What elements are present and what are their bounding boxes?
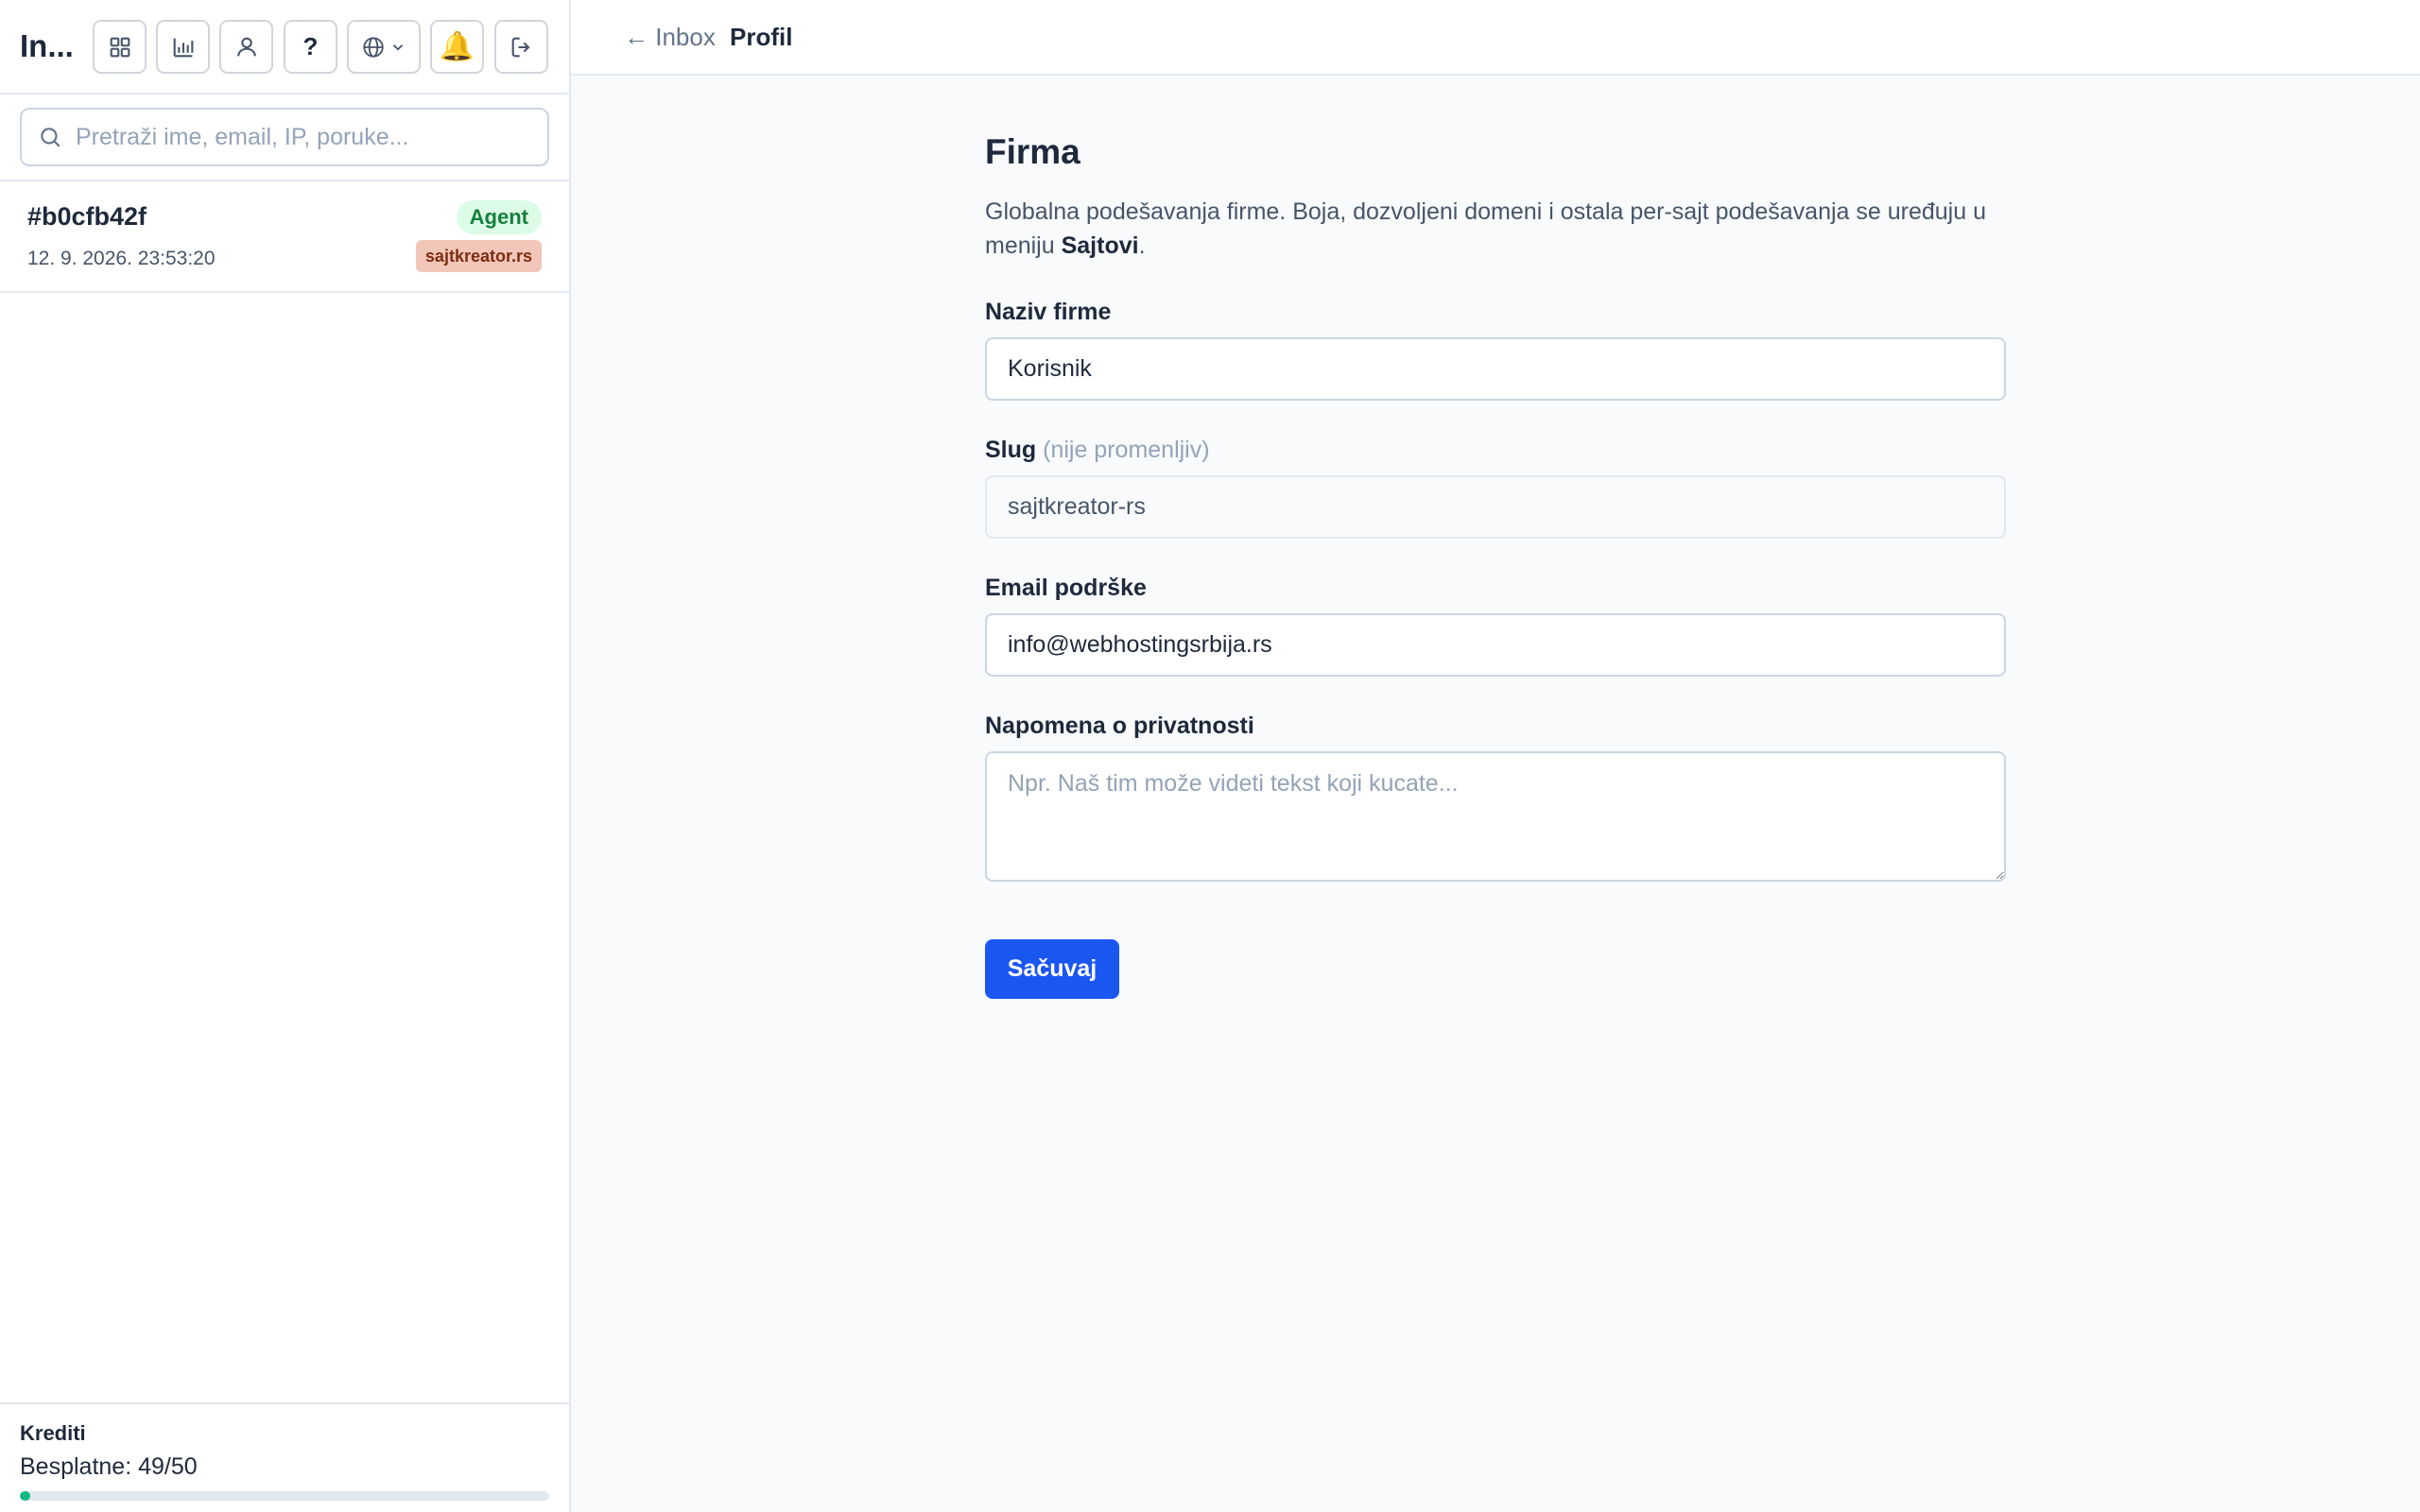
credits-title: Krediti [20, 1421, 86, 1445]
credits-text: Besplatne: 49/50 [20, 1453, 198, 1480]
bell-icon: 🔔 [439, 31, 475, 62]
credits-progress [20, 1491, 549, 1501]
company-name-input[interactable] [985, 337, 2006, 401]
globe-icon [363, 36, 384, 58]
search-input[interactable] [20, 108, 549, 166]
grid-icon [110, 37, 130, 57]
stats-button[interactable] [156, 20, 210, 74]
slug-label-text: Slug [985, 437, 1037, 463]
company-form: Firma Globalna podešavanja firme. Boja, … [985, 132, 2006, 999]
logout-icon [511, 37, 529, 57]
language-select[interactable] [347, 20, 421, 74]
search-box [20, 108, 549, 166]
sites-menu-reference: Sajtovi [1061, 232, 1139, 259]
help-button[interactable]: ? [284, 20, 337, 74]
support-email-label: Email podrške [985, 575, 1147, 601]
app-title: In... [20, 28, 74, 63]
company-name-label: Naziv firme [985, 299, 1112, 325]
sidebar-toolbar: In... ? 🔔 [0, 0, 569, 94]
profile-button[interactable] [219, 20, 273, 74]
privacy-note-textarea[interactable] [985, 751, 2006, 882]
save-button[interactable]: Sačuvaj [985, 939, 1119, 999]
chevron-down-icon [392, 43, 404, 51]
chart-icon [173, 38, 193, 57]
site-badge: sajtkreator.rs [415, 240, 542, 272]
privacy-note-label: Napomena o privatnosti [985, 713, 1254, 739]
conversation-id: #b0cfb42f [27, 202, 147, 231]
logout-button[interactable] [494, 20, 548, 74]
slug-label: Slug (nije promenljiv) [985, 437, 1210, 464]
agent-badge: Agent [456, 200, 542, 234]
user-icon [236, 37, 256, 56]
sidebar: In... ? 🔔 #b0cfb42f 12. 9. 2026. 23:53: [0, 0, 571, 1512]
back-to-inbox-link[interactable]: ← Inbox [624, 23, 716, 52]
page-title: Firma [985, 132, 1080, 171]
breadcrumb-current: Profil [730, 23, 793, 51]
credits-progress-fill [20, 1491, 31, 1501]
help-icon: ? [302, 32, 319, 60]
conversation-date: 12. 9. 2026. 23:53:20 [27, 248, 216, 269]
dashboard-button[interactable] [93, 20, 147, 74]
support-email-input[interactable] [985, 613, 2006, 677]
search-icon [41, 128, 60, 147]
slug-input [985, 475, 2006, 539]
page-description: Globalna podešavanja firme. Boja, dozvol… [985, 195, 2006, 263]
conversation-item[interactable]: #b0cfb42f 12. 9. 2026. 23:53:20 Agent sa… [0, 181, 569, 293]
description-end: . [1138, 232, 1146, 259]
slug-hint: (nije promenljiv) [1043, 437, 1210, 463]
breadcrumb: ← Inbox Profil [571, 0, 2420, 76]
notifications-button[interactable]: 🔔 [430, 20, 484, 74]
credits-panel: Krediti Besplatne: 49/50 [0, 1402, 569, 1512]
